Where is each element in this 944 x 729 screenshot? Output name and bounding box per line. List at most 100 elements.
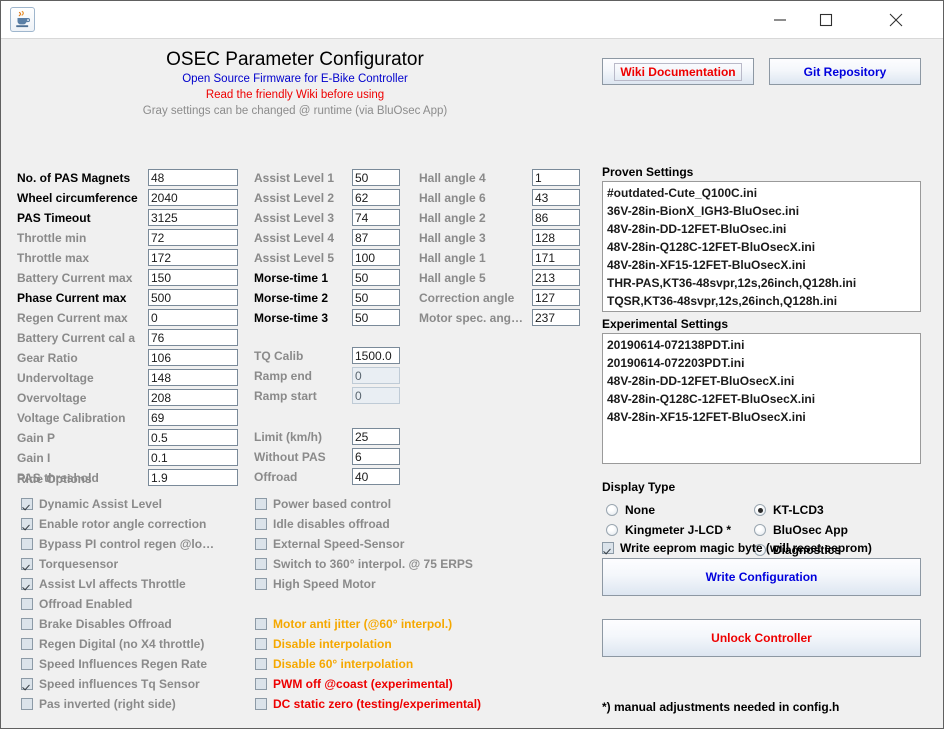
experimental-settings-item[interactable]: 20190614-072203PDT.ini [603, 354, 920, 372]
maximize-button[interactable] [803, 1, 849, 38]
display-type-radio-none[interactable]: None [606, 503, 655, 517]
display-type-radio-kingmeter-j-lcd[interactable]: Kingmeter J-LCD * [606, 523, 731, 537]
param-input-undervoltage[interactable] [148, 369, 238, 386]
proven-settings-list[interactable]: #outdated-Cute_Q100C.ini 36V-28in-BionX_I… [602, 181, 921, 312]
param-label-gain-p: Gain P [17, 431, 56, 445]
display-type-radio-label: Kingmeter J-LCD * [625, 523, 732, 537]
param-input-hall-angle-5[interactable] [532, 269, 580, 286]
experimental-option-dc-static-zero-testing-experimental-checkbox[interactable]: DC static zero (testing/experimental) [255, 697, 481, 711]
proven-settings-item[interactable]: TQSR,KT36-48svpr,12s,26inch,Q128h.ini [603, 292, 920, 310]
param-input-gain-i[interactable] [148, 449, 238, 466]
param-input-morse-time-3[interactable] [352, 309, 400, 326]
experimental-option-disable-60-interpolation-checkbox[interactable]: Disable 60° interpolation [255, 657, 413, 671]
git-repository-button[interactable]: Git Repository [769, 58, 921, 85]
experimental-settings-title: Experimental Settings [602, 317, 729, 331]
wiki-documentation-button[interactable]: Wiki Documentation [602, 58, 754, 85]
proven-settings-item[interactable]: 48V-28in-DD-12FET-BluOsec.ini [603, 220, 920, 238]
ride-option-enable-rotor-angle-correction-checkbox[interactable]: Enable rotor angle correction [21, 517, 206, 531]
param-input-correction-angle[interactable] [532, 289, 580, 306]
display-type-radio-kt-lcd3[interactable]: KT-LCD3 [754, 503, 824, 517]
param-input-hall-angle-6[interactable] [532, 189, 580, 206]
experimental-settings-item[interactable]: 48V-28in-Q128C-12FET-BluOsecX.ini [603, 390, 920, 408]
ride-option-assist-lvl-affects-throttle-checkbox[interactable]: Assist Lvl affects Throttle [21, 577, 186, 591]
param-input-assist-level-1[interactable] [352, 169, 400, 186]
param-input-phase-current-max[interactable] [148, 289, 238, 306]
experimental-settings-list[interactable]: 20190614-072138PDT.ini 20190614-072203PDT… [602, 333, 921, 464]
write-eeprom-magic-byte-checkbox[interactable]: Write eeprom magic byte (will reset eepr… [602, 541, 872, 555]
ride-option-brake-disables-offroad-checkbox[interactable]: Brake Disables Offroad [21, 617, 172, 631]
proven-settings-item[interactable]: #outdated-Cute_Q100C.ini [603, 184, 920, 202]
ride-option-label: Offroad Enabled [39, 597, 133, 611]
param-input-motor-spec-ang[interactable] [532, 309, 580, 326]
checkbox-box [255, 558, 267, 570]
motor-option-power-based-control-checkbox[interactable]: Power based control [255, 497, 391, 511]
param-input-wheel-circumference[interactable] [148, 189, 238, 206]
display-type-radio-bluosec-app[interactable]: BluOsec App [754, 523, 848, 537]
param-input-pas-threshold[interactable] [148, 469, 238, 486]
motor-option-idle-disables-offroad-checkbox[interactable]: Idle disables offroad [255, 517, 390, 531]
experimental-option-disable-interpolation-checkbox[interactable]: Disable interpolation [255, 637, 392, 651]
write-configuration-button[interactable]: Write Configuration [602, 558, 921, 596]
experimental-option-pwm-off-coast-experimental-checkbox[interactable]: PWM off @coast (experimental) [255, 677, 453, 691]
param-input-voltage-calibration[interactable] [148, 409, 238, 426]
ride-option-torquesensor-checkbox[interactable]: Torquesensor [21, 557, 118, 571]
param-input-throttle-min[interactable] [148, 229, 238, 246]
close-button[interactable] [873, 1, 919, 38]
param-input-regen-current-max[interactable] [148, 309, 238, 326]
experimental-settings-item[interactable]: 48V-28in-DD-12FET-BluOsecX.ini [603, 372, 920, 390]
ride-option-bypass-pi-control-regen-lo-checkbox[interactable]: Bypass PI control regen @lo… [21, 537, 214, 551]
proven-settings-item[interactable]: 48V-28in-Q128C-12FET-BluOsecX.ini [603, 238, 920, 256]
ride-option-speed-influences-tq-sensor-checkbox[interactable]: Speed influences Tq Sensor [21, 677, 200, 691]
param-label-overvoltage: Overvoltage [17, 391, 87, 405]
param-input-overvoltage[interactable] [148, 389, 238, 406]
param-label-assist-level-2: Assist Level 2 [254, 191, 335, 205]
radio-dot [606, 524, 618, 536]
param-input-battery-current-cal-a[interactable] [148, 329, 238, 346]
title-bar [1, 1, 943, 39]
experimental-option-motor-anti-jitter-60-interpol-checkbox[interactable]: Motor anti jitter (@60° interpol.) [255, 617, 452, 631]
param-label-morse-time-2: Morse-time 2 [254, 291, 329, 305]
minimize-button[interactable] [757, 1, 803, 38]
param-label-ramp-start: Ramp start [254, 389, 317, 403]
ride-option-offroad-enabled-checkbox[interactable]: Offroad Enabled [21, 597, 132, 611]
param-input-gear-ratio[interactable] [148, 349, 238, 366]
param-input-hall-angle-1[interactable] [532, 249, 580, 266]
param-input-without-pas[interactable] [352, 448, 400, 465]
display-type-radio-label: None [625, 503, 655, 517]
param-input-morse-time-1[interactable] [352, 269, 400, 286]
proven-settings-item[interactable]: 48V-28in-XF15-12FET-BluOsecX.ini [603, 256, 920, 274]
ride-option-pas-inverted-right-side-checkbox[interactable]: Pas inverted (right side) [21, 697, 176, 711]
param-input-assist-level-4[interactable] [352, 229, 400, 246]
param-input-hall-angle-2[interactable] [532, 209, 580, 226]
param-input-limit-km-h[interactable] [352, 428, 400, 445]
proven-settings-item[interactable]: THR-PAS,KT36-48svpr,12s,26inch,Q128h.ini [603, 274, 920, 292]
param-label-limit-km-h: Limit (km/h) [254, 430, 322, 444]
ride-option-speed-influences-regen-rate-checkbox[interactable]: Speed Influences Regen Rate [21, 657, 207, 671]
proven-settings-item[interactable]: 36V-28in-BionX_IGH3-BluOsec.ini [603, 202, 920, 220]
param-input-assist-level-3[interactable] [352, 209, 400, 226]
experimental-settings-item[interactable]: 20190614-072138PDT.ini [603, 336, 920, 354]
ride-option-dynamic-assist-level-checkbox[interactable]: Dynamic Assist Level [21, 497, 162, 511]
param-input-throttle-max[interactable] [148, 249, 238, 266]
experimental-settings-item[interactable]: 48V-28in-XF15-12FET-BluOsecX.ini [603, 408, 920, 426]
param-input-assist-level-2[interactable] [352, 189, 400, 206]
unlock-controller-button[interactable]: Unlock Controller [602, 619, 921, 657]
param-input-tq-calib[interactable] [352, 347, 400, 364]
ride-option-label: Enable rotor angle correction [39, 517, 207, 531]
param-input-gain-p[interactable] [148, 429, 238, 446]
param-input-offroad[interactable] [352, 468, 400, 485]
param-input-pas-timeout[interactable] [148, 209, 238, 226]
param-input-morse-time-2[interactable] [352, 289, 400, 306]
motor-option-switch-to-360-interpol-75-erps-checkbox[interactable]: Switch to 360° interpol. @ 75 ERPS [255, 557, 473, 571]
param-input-battery-current-max[interactable] [148, 269, 238, 286]
param-input-hall-angle-3[interactable] [532, 229, 580, 246]
param-input-hall-angle-4[interactable] [532, 169, 580, 186]
param-input-assist-level-5[interactable] [352, 249, 400, 266]
ride-option-regen-digital-no-x4-throttle-checkbox[interactable]: Regen Digital (no X4 throttle) [21, 637, 204, 651]
param-input-no-of-pas-magnets[interactable] [148, 169, 238, 186]
experimental-option-label: Disable interpolation [273, 637, 392, 651]
ride-option-label: Speed influences Tq Sensor [39, 677, 200, 691]
motor-option-external-speed-sensor-checkbox[interactable]: External Speed-Sensor [255, 537, 404, 551]
motor-option-high-speed-motor-checkbox[interactable]: High Speed Motor [255, 577, 376, 591]
ride-option-label: Speed Influences Regen Rate [39, 657, 208, 671]
